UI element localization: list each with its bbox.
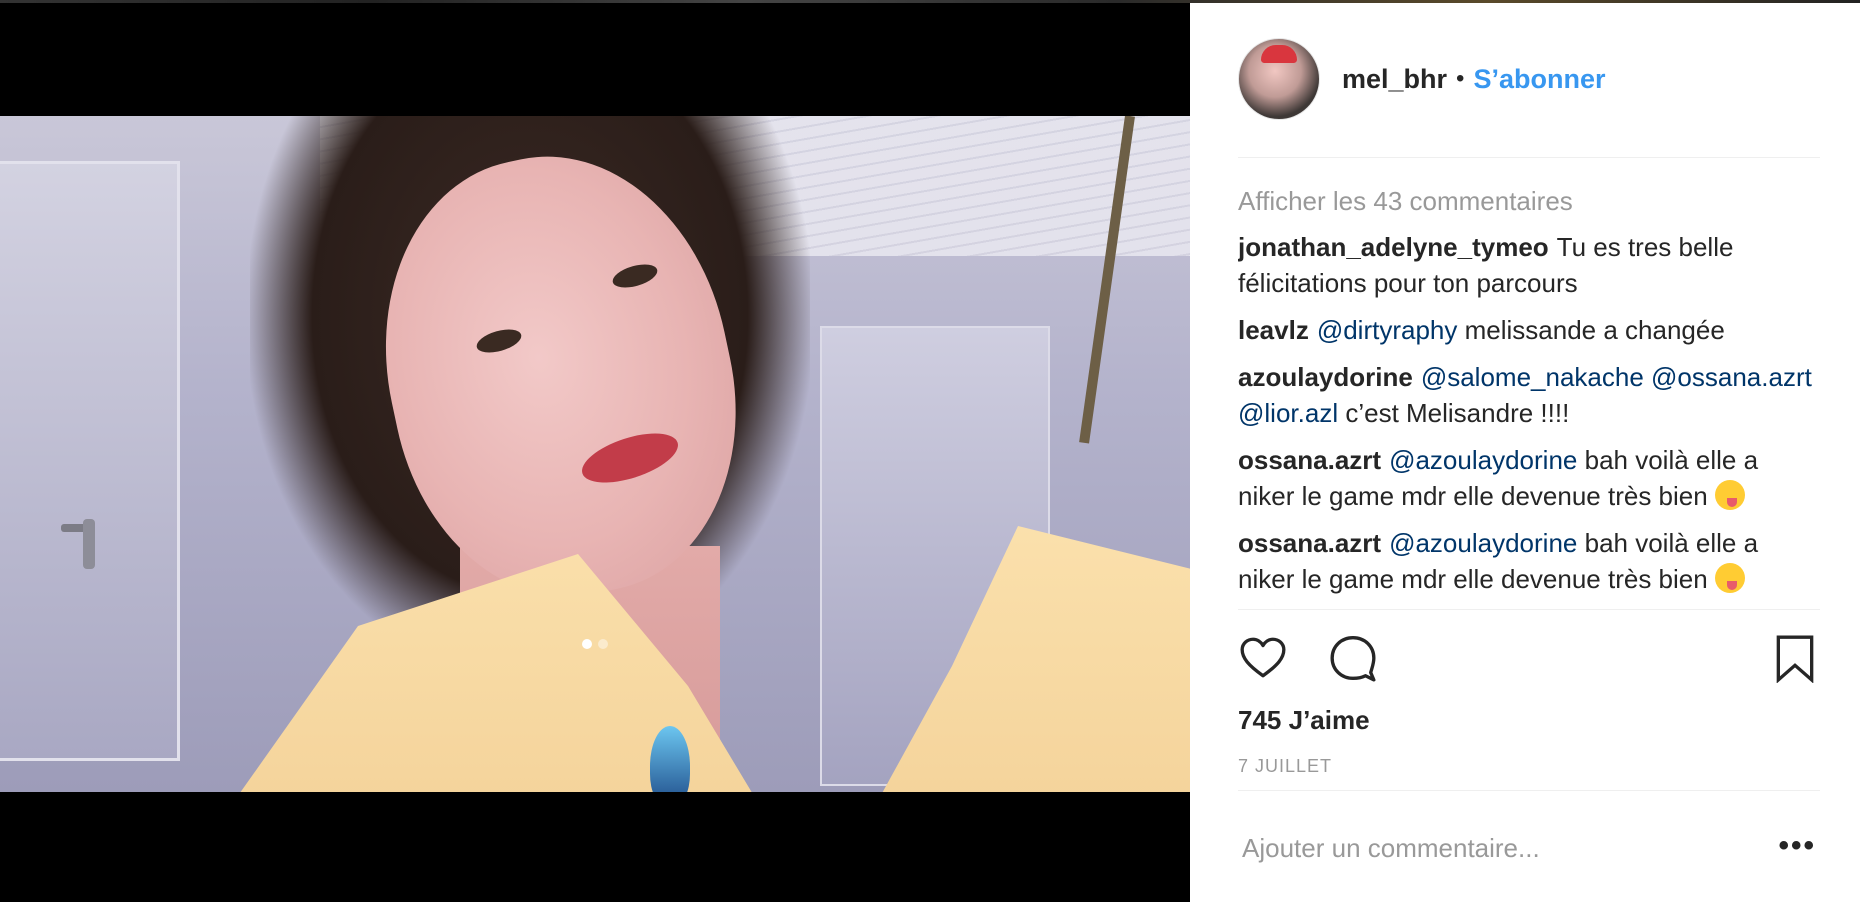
comment-mention[interactable]: @azoulaydorine: [1389, 445, 1577, 475]
comment-author[interactable]: azoulaydorine: [1238, 362, 1413, 392]
comment: jonathan_adelyne_tymeo Tu es tres belle f…: [1238, 229, 1820, 301]
comment-bubble-icon[interactable]: [1328, 633, 1378, 683]
username-link[interactable]: mel_bhr: [1342, 64, 1447, 95]
post-photo: [0, 116, 1190, 792]
carousel-indicator: [0, 636, 1190, 654]
photo-door-lock: [83, 519, 95, 569]
comment-author[interactable]: ossana.azrt: [1238, 445, 1381, 475]
comments-list[interactable]: Afficher les 43 commentaires jonathan_ad…: [1238, 183, 1820, 607]
comment: ossana.azrt @azoulaydorine bah voilà elle…: [1238, 525, 1820, 597]
comment-text: c’est Melisandre !!!!: [1345, 398, 1570, 428]
view-all-comments-link[interactable]: Afficher les 43 commentaires: [1238, 183, 1820, 219]
winking-tongue-emoji-icon: [1714, 563, 1745, 593]
comment-author[interactable]: leavlz: [1238, 315, 1309, 345]
comment-mention[interactable]: @azoulaydorine: [1389, 528, 1577, 558]
follow-button[interactable]: S’abonner: [1473, 64, 1605, 95]
comment-author[interactable]: jonathan_adelyne_tymeo: [1238, 232, 1549, 262]
avatar-cap: [1261, 45, 1297, 63]
carousel-dot-active: [582, 639, 592, 649]
winking-tongue-emoji-icon: [1714, 480, 1745, 510]
bookmark-icon[interactable]: [1770, 633, 1820, 683]
likes-count[interactable]: 745 J’aime: [1238, 705, 1370, 736]
more-options-button[interactable]: •••: [1778, 829, 1816, 863]
heart-icon[interactable]: [1238, 633, 1288, 683]
add-comment-input[interactable]: Ajouter un commentaire...: [1242, 833, 1540, 864]
comment: ossana.azrt @azoulaydorine bah voilà elle…: [1238, 442, 1820, 514]
post-header: mel_bhr • S’abonner: [1238, 38, 1820, 120]
photo-door-left: [0, 161, 180, 761]
header-separator: •: [1456, 65, 1465, 92]
carousel-dot: [598, 639, 608, 649]
header-divider: [1238, 157, 1820, 158]
comment-mention[interactable]: @ossana.azrt: [1651, 362, 1812, 392]
avatar[interactable]: [1238, 38, 1320, 120]
action-bar: [1238, 633, 1820, 683]
footer-divider: [1238, 790, 1820, 791]
comment-author[interactable]: ossana.azrt: [1238, 528, 1381, 558]
post-date: 7 JUILLET: [1238, 756, 1333, 776]
post-sidebar: mel_bhr • S’abonner Afficher les 43 comm…: [1190, 3, 1860, 902]
comment-text: melissande a changée: [1464, 315, 1725, 345]
comments-divider: [1238, 609, 1820, 610]
comment: leavlz @dirtyraphy melissande a changée: [1238, 312, 1820, 348]
comment-mention[interactable]: @salome_nakache: [1421, 362, 1644, 392]
comment-mention[interactable]: @lior.azl: [1238, 398, 1338, 428]
comment-mention[interactable]: @dirtyraphy: [1317, 315, 1458, 345]
comment: azoulaydorine @salome_nakache @ossana.azr…: [1238, 359, 1820, 431]
post-media[interactable]: [0, 3, 1190, 902]
